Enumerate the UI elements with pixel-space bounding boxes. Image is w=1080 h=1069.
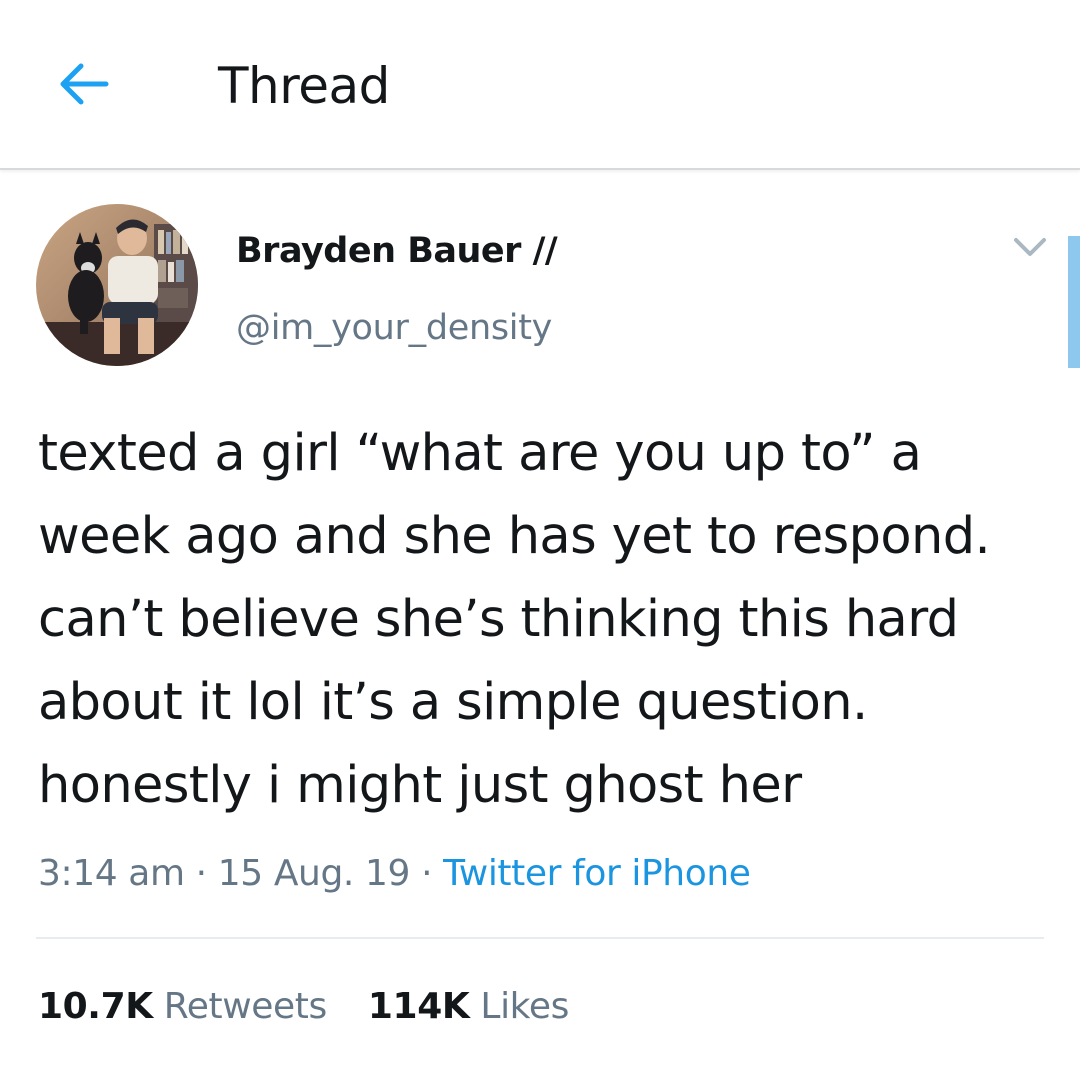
tweet-metadata: 3:14 am · 15 Aug. 19 · Twitter for iPhon… [38,850,751,898]
engagement-stats: 10.7K Retweets 114K Likes [38,983,569,1031]
author-display-name[interactable]: Brayden Bauer // [236,228,558,274]
arrow-left-icon [60,63,109,105]
tweet-time: 3:14 am [38,853,185,894]
avatar[interactable] [36,204,198,366]
tweet-source-link[interactable]: Twitter for iPhone [443,853,751,894]
back-button[interactable] [54,54,114,114]
scrollbar-thumb[interactable] [1068,236,1080,368]
chevron-down-icon [1014,238,1046,256]
retweets-label: Retweets [163,986,327,1027]
meta-separator: · [421,853,433,894]
author-handle[interactable]: @im_your_density [236,305,552,351]
retweets-stat[interactable]: 10.7K Retweets [38,983,327,1031]
tweet-date: 15 Aug. 19 [217,853,411,894]
avatar-photo [36,204,198,366]
retweets-count: 10.7K [38,986,153,1027]
tweet-text: texted a girl “what are you up to” a wee… [38,424,991,815]
meta-separator: · [195,853,207,894]
likes-count: 114K [367,986,470,1027]
divider [36,937,1044,939]
likes-label: Likes [480,986,569,1027]
tweet-menu-button[interactable] [1010,232,1050,262]
page-title: Thread [218,57,390,115]
likes-stat[interactable]: 114K Likes [368,983,569,1031]
top-app-bar: Thread [0,0,1080,170]
